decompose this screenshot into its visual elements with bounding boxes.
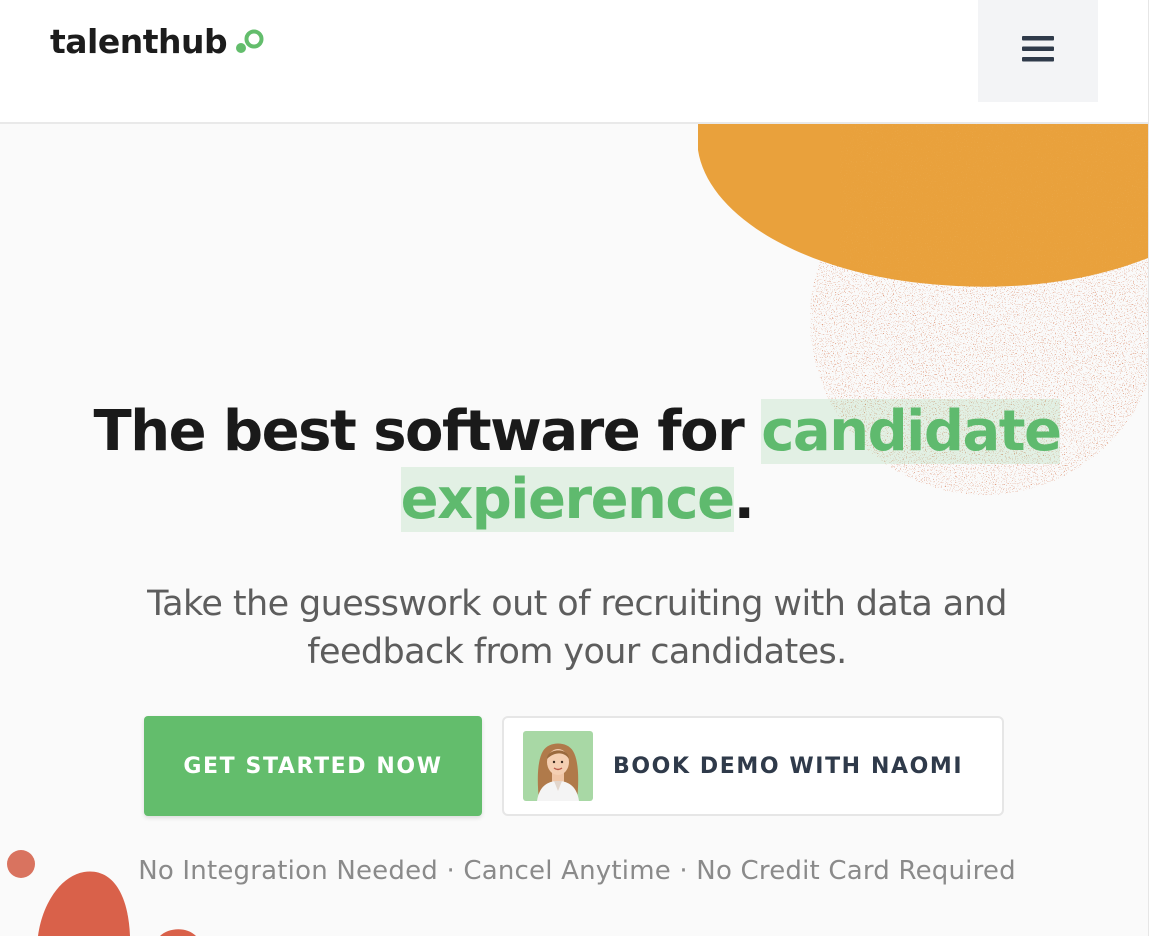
hero-title-text: The best software for <box>93 399 762 464</box>
red-dot <box>7 850 35 878</box>
book-demo-button[interactable]: BOOK DEMO WITH NAOMI <box>502 716 1004 816</box>
get-started-button[interactable]: GET STARTED NOW <box>144 716 482 816</box>
hamburger-menu-icon <box>1022 36 1054 62</box>
hero-title-highlight-1: candidate <box>761 399 1062 464</box>
logo-mark-icon <box>236 29 264 53</box>
site-header: talenthub <box>0 0 1148 124</box>
landing-page: talenthub The best software for candidat… <box>0 0 1154 936</box>
naomi-avatar <box>523 731 593 801</box>
hero-title-period: . <box>733 467 755 532</box>
person-avatar-icon <box>523 731 593 801</box>
scrollbar-track <box>1148 0 1154 936</box>
orange-blob-texture <box>840 124 1148 287</box>
brand-logo[interactable]: talenthub <box>50 22 265 61</box>
menu-button[interactable] <box>978 0 1098 102</box>
hero-title-highlight-2: expierence <box>400 467 735 532</box>
hero-title: The best software for candidate expieren… <box>60 398 1094 534</box>
get-started-label: GET STARTED NOW <box>183 753 443 779</box>
hero-subtitle: Take the guesswork out of recruiting wit… <box>147 584 1007 672</box>
features-line: No Integration Needed · Cancel Anytime ·… <box>138 856 1016 886</box>
red-blob-small <box>160 929 196 936</box>
book-demo-label: BOOK DEMO WITH NAOMI <box>613 753 964 779</box>
logo-text: talenthub <box>50 22 228 61</box>
